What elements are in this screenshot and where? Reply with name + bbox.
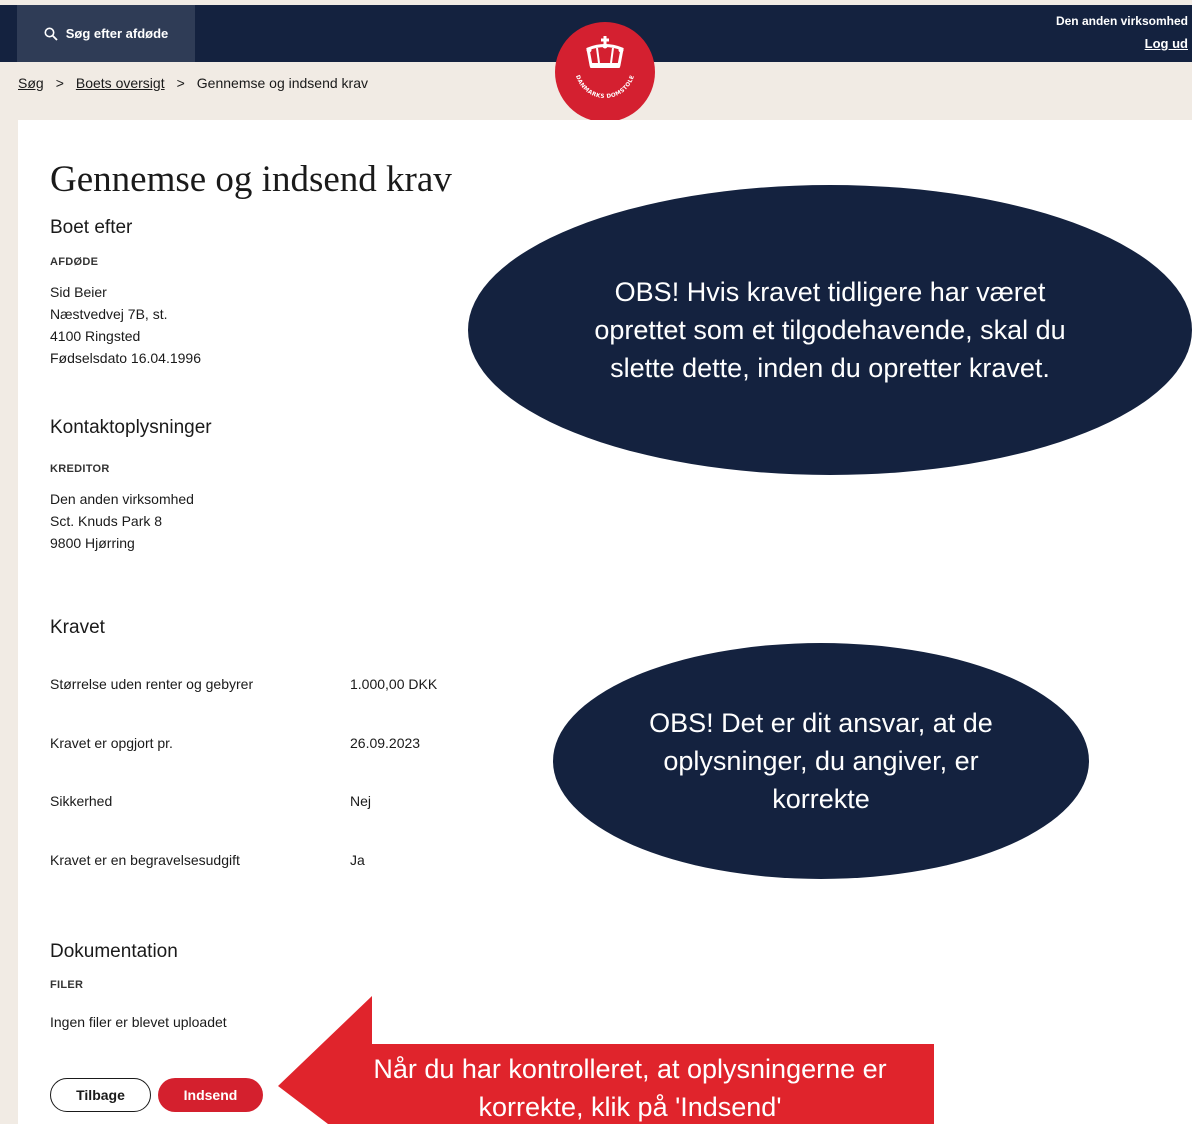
obs-callout-text: OBS! Hvis kravet tidligere har været opr… — [594, 277, 1066, 383]
logo-text: DANMARKS DOMSTOLE — [574, 74, 636, 100]
obs-callout-delete-receivable: OBS! Hvis kravet tidligere har været opr… — [468, 185, 1192, 475]
arrow-callout-text: Når du har kontrolleret, at oplysningern… — [373, 1054, 887, 1122]
creditor-city: 9800 Hjørring — [50, 535, 135, 551]
crown-icon: DANMARKS DOMSTOLE — [574, 36, 636, 100]
no-files-text: Ingen filer er blevet uploadet — [50, 1014, 227, 1030]
estate-heading: Boet efter — [50, 217, 133, 238]
danmarks-domstole-logo[interactable]: DANMARKS DOMSTOLE — [555, 22, 655, 122]
obs-callout-text: OBS! Det er dit ansvar, at de oplysninge… — [649, 708, 993, 814]
creditor-name: Den anden virksomhed — [50, 491, 194, 507]
breadcrumb-current: Gennemse og indsend krav — [196, 75, 368, 91]
claim-row-value: Nej — [350, 793, 372, 809]
search-deceased-button[interactable]: Søg efter afdøde — [17, 5, 195, 62]
search-icon — [44, 27, 58, 41]
deceased-name: Sid Beier — [50, 284, 107, 300]
claim-row-label: Størrelse uden renter og gebyrer — [50, 676, 254, 692]
breadcrumb-search[interactable]: Søg — [18, 75, 44, 91]
breadcrumb-separator: > — [55, 75, 64, 91]
creditor-label: KREDITOR — [50, 463, 110, 475]
deceased-address: Næstvedvej 7B, st. — [50, 306, 168, 322]
breadcrumb-separator: > — [176, 75, 185, 91]
claim-row-value: Ja — [350, 852, 365, 868]
claim-row-value: 26.09.2023 — [350, 735, 421, 751]
svg-text:DANMARKS DOMSTOLE: DANMARKS DOMSTOLE — [574, 74, 636, 100]
back-button[interactable]: Tilbage — [50, 1078, 151, 1112]
claim-row-label: Sikkerhed — [50, 793, 113, 809]
claim-row-label: Kravet er en begravelsesudgift — [50, 852, 240, 868]
obs-callout-responsibility: OBS! Det er dit ansvar, at de oplysninge… — [553, 643, 1089, 879]
search-deceased-label: Søg efter afdøde — [65, 26, 169, 41]
documentation-heading: Dokumentation — [50, 941, 178, 962]
claim-heading: Kravet — [50, 617, 105, 638]
claim-row-label: Kravet er opgjort pr. — [50, 735, 173, 751]
deceased-city: 4100 Ringsted — [50, 328, 141, 344]
deceased-label: AFDØDE — [50, 256, 99, 268]
contact-heading: Kontaktoplysninger — [50, 417, 212, 438]
breadcrumb-estate-overview[interactable]: Boets oversigt — [76, 75, 165, 91]
files-label: FILER — [50, 979, 84, 991]
page-title: Gennemse og indsend krav — [50, 159, 452, 200]
logout-link[interactable]: Log ud — [1145, 36, 1188, 51]
deceased-birthdate: Fødselsdato 16.04.1996 — [50, 350, 201, 366]
user-name: Den anden virksomhed — [1055, 14, 1188, 28]
creditor-address: Sct. Knuds Park 8 — [50, 513, 163, 529]
breadcrumb: Søg > Boets oversigt > Gennemse og indse… — [18, 75, 368, 91]
submit-button[interactable]: Indsend — [158, 1078, 263, 1112]
claim-row-value: 1.000,00 DKK — [350, 676, 438, 692]
